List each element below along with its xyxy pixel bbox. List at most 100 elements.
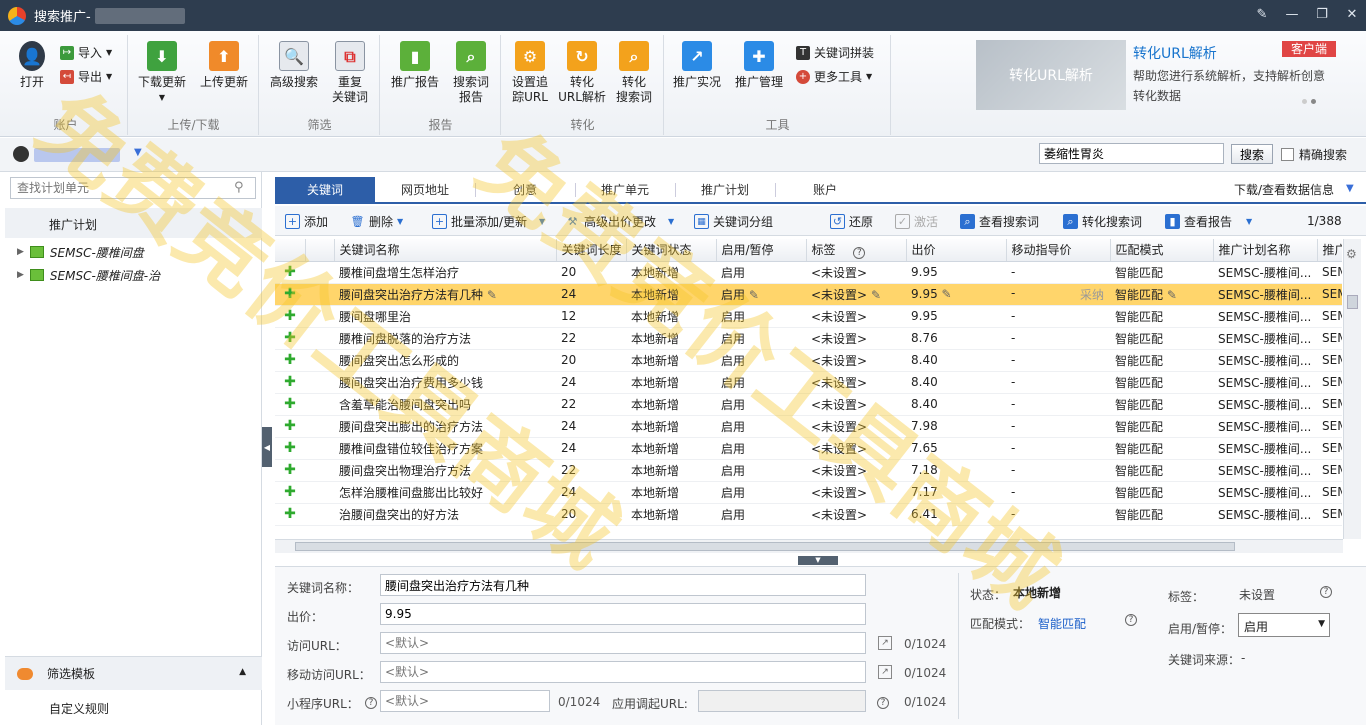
cell-status[interactable]: 本地新增 [626, 261, 716, 284]
table-row[interactable]: ✚ 腰间盘突出膨出的治疗方法 24 本地新增 启用 <未设置> 7.98- 智能匹配 SEMSC… [275, 415, 1342, 438]
carousel-dot[interactable] [1302, 99, 1307, 104]
mini-program-url-input[interactable] [380, 690, 550, 712]
cell-plan[interactable]: SEMSC-腰椎间... [1213, 305, 1317, 328]
cell-bid[interactable]: 8.40 [906, 371, 1006, 394]
cell-kw[interactable]: 腰间盘突出物理治疗方法 [334, 459, 556, 482]
row-check-cell[interactable] [305, 283, 334, 306]
tab-account[interactable]: 账户 [775, 177, 875, 202]
add-button[interactable]: + 添加 [285, 213, 328, 230]
row-check-cell[interactable] [305, 437, 334, 460]
search-icon[interactable]: ⚲ [234, 180, 248, 195]
cell-tag[interactable]: <未设置> [806, 459, 906, 482]
convert-search-word-button[interactable]: ⌕ 转化 搜索词 [606, 41, 662, 105]
table-row[interactable]: ✚ 怎样治腰椎间盘膨出比较好 24 本地新增 启用 <未设置> 7.17- 智能匹配 SEMSC… [275, 481, 1342, 504]
table-row[interactable]: ✚ 含羞草能治腰间盘突出吗 22 本地新增 启用 <未设置> 8.40- 智能匹配 SEMSC-… [275, 393, 1342, 416]
cell-plan[interactable]: SEMSC-腰椎间... [1213, 327, 1317, 350]
convert-search-words-button[interactable]: ⌕ 转化搜索词 [1063, 213, 1142, 230]
chevron-down-icon[interactable]: ▼ [134, 147, 142, 158]
cell-bid[interactable]: 8.40 [906, 393, 1006, 416]
cell-bid[interactable]: 8.40 [906, 349, 1006, 372]
activate-button[interactable]: ✓ 激活 [895, 213, 938, 230]
cell-match[interactable]: 智能匹配 [1110, 503, 1213, 526]
cell-len[interactable]: 24 [556, 371, 626, 394]
duplicate-keyword-button[interactable]: ⧉ 重复 关键词 [322, 41, 378, 105]
cell-plan[interactable]: SEMSC-腰椎间... [1213, 415, 1317, 438]
cell-mbid[interactable]: - [1006, 437, 1110, 460]
cell-bid[interactable]: 7.17 [906, 481, 1006, 504]
promo-title[interactable]: 转化URL解析 [1133, 43, 1217, 63]
custom-rule-item[interactable]: 自定义规则 [49, 700, 109, 717]
open-link-icon[interactable]: ↗ [878, 636, 892, 650]
gear-icon[interactable]: ⚙ [1346, 247, 1360, 261]
cell-tag[interactable]: <未设置> [806, 415, 906, 438]
cell-kw[interactable]: 腰间盘哪里治 [334, 305, 556, 328]
cell-kw[interactable]: 含羞草能治腰间盘突出吗 [334, 393, 556, 416]
cell-tail[interactable]: SEM [1317, 261, 1342, 284]
cell-kw[interactable]: 腰椎间盘脱落的治疗方法 [334, 327, 556, 350]
cell-tail[interactable]: SEM [1317, 481, 1342, 504]
row-check-cell[interactable] [305, 503, 334, 526]
tab-plans[interactable]: 推广计划 [675, 177, 775, 202]
cell-tail[interactable]: SEM [1317, 283, 1342, 306]
cell-plan[interactable]: SEMSC-腰椎间... [1213, 459, 1317, 482]
cell-status[interactable]: 本地新增 [626, 349, 716, 372]
table-row[interactable]: ✚ 腰间盘突出治疗费用多少钱 24 本地新增 启用 <未设置> 8.40- 智能匹配 SEMSC… [275, 371, 1342, 394]
cell-on[interactable]: 启用 [716, 437, 806, 460]
more-tools-button[interactable]: + 更多工具 ▼ [796, 68, 872, 85]
cell-status[interactable]: 本地新增 [626, 393, 716, 416]
cell-plan[interactable]: SEMSC-腰椎间... [1213, 437, 1317, 460]
edit-icon[interactable]: ✎ [867, 288, 881, 302]
cell-plan[interactable]: SEMSC-腰椎间... [1213, 349, 1317, 372]
column-header-more[interactable]: 推广 [1317, 239, 1342, 262]
open-button[interactable]: 👤 打开 [4, 41, 60, 90]
cell-on[interactable]: 启用 [716, 393, 806, 416]
help-icon[interactable]: ? [365, 697, 377, 709]
row-check-cell[interactable] [305, 393, 334, 416]
add-row-icon[interactable]: ✚ [275, 283, 305, 306]
cell-mbid[interactable]: - [1006, 371, 1110, 394]
tree-item-plan[interactable]: ▶ SEMSC-腰椎间盘-治 [17, 265, 160, 285]
row-check-cell[interactable] [305, 327, 334, 350]
cell-on[interactable]: 启用 [716, 261, 806, 284]
cell-mbid[interactable]: - 采纳 [1006, 283, 1110, 306]
tab-urls[interactable]: 网页地址 [375, 177, 475, 202]
checkbox-icon[interactable] [1281, 148, 1294, 161]
chevron-up-icon[interactable]: ▲ [239, 667, 246, 677]
download-data-info[interactable]: 下载/查看数据信息 [1234, 181, 1334, 198]
column-header-match[interactable]: 匹配模式 [1110, 239, 1214, 262]
advanced-bid-change-button[interactable]: ⚒ 高级出价更改 ▼ [565, 213, 675, 230]
tab-units[interactable]: 推广单元 [575, 177, 675, 202]
batch-add-update-button[interactable]: + 批量添加/更新 ▼ [432, 213, 545, 230]
cell-tail[interactable]: SEM [1317, 327, 1342, 350]
plan-tree-header[interactable]: 推广计划 [5, 208, 262, 238]
cell-match[interactable]: 智能匹配 [1110, 393, 1213, 416]
cell-mbid[interactable]: - [1006, 415, 1110, 438]
cell-len[interactable]: 20 [556, 503, 626, 526]
cell-on[interactable]: 启用 [716, 459, 806, 482]
cell-bid[interactable]: 9.95 [906, 305, 1006, 328]
cell-len[interactable]: 20 [556, 349, 626, 372]
table-row[interactable]: ✚ 腰椎间盘错位较佳治疗方案 24 本地新增 启用 <未设置> 7.65- 智能匹配 SEMSC… [275, 437, 1342, 460]
cell-tail[interactable]: SEM [1317, 437, 1342, 460]
keyword-combine-button[interactable]: T 关键词拼装 [796, 44, 874, 61]
set-tracking-url-button[interactable]: ⚙ 设置追 踪URL [502, 41, 558, 105]
column-header-tag[interactable]: 标签 ? [806, 239, 907, 262]
column-header-length[interactable]: 关键词长度 [556, 239, 627, 262]
cell-kw[interactable]: 腰间盘突出怎么形成的 [334, 349, 556, 372]
cell-len[interactable]: 24 [556, 481, 626, 504]
cell-len[interactable]: 24 [556, 283, 626, 306]
add-row-icon[interactable]: ✚ [275, 371, 305, 394]
add-row-icon[interactable]: ✚ [275, 503, 305, 526]
export-button[interactable]: ↤ 导出 ▼ [60, 68, 112, 85]
cell-len[interactable]: 22 [556, 393, 626, 416]
cell-plan[interactable]: SEMSC-腰椎间... [1213, 261, 1317, 284]
add-row-icon[interactable]: ✚ [275, 349, 305, 372]
add-row-icon[interactable]: ✚ [275, 437, 305, 460]
column-header-bid[interactable]: 出价 [906, 239, 1007, 262]
cell-tag[interactable]: <未设置> ✎ [806, 283, 906, 306]
cell-on[interactable]: 启用 ✎ [716, 283, 806, 306]
cell-plan[interactable]: SEMSC-腰椎间... [1213, 393, 1317, 416]
cell-tail[interactable]: SEM [1317, 459, 1342, 482]
add-row-icon[interactable]: ✚ [275, 481, 305, 504]
row-check-cell[interactable] [305, 481, 334, 504]
